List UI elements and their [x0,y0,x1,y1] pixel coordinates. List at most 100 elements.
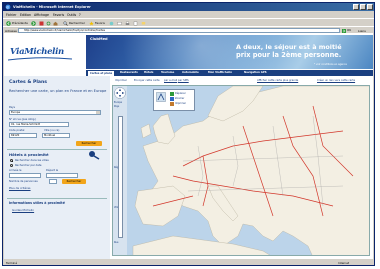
zoom-icon[interactable] [170,97,174,101]
sidebar-title: Cartes & Plans [9,80,48,85]
ie-icon: e [5,5,11,10]
send-email-link[interactable]: par e-mail [164,79,177,82]
departure-date-input[interactable] [46,173,78,178]
radio-search-cities-label: Rechercher dans les villes [15,159,49,162]
tab-cartes-plans[interactable]: Cartes et plans [88,70,115,76]
close-button[interactable] [367,4,373,10]
print-tool-label[interactable]: Imprimer [175,102,186,105]
bigger-map-link[interactable]: Afficher cette carte plus grande [257,79,298,82]
divider [7,198,107,199]
map-canvas[interactable] [113,86,370,256]
mail-icon [117,21,122,25]
menu-favorites[interactable]: Favoris [53,13,64,17]
radio-search-date[interactable] [10,164,13,167]
tab-restaurants[interactable]: Restaurants [120,71,138,75]
useful-info-title: Informations utiles à proximité [9,201,65,205]
map-actions-bar: Imprimer Envoyer cette carte par e-mail … [112,78,373,84]
printer-icon [125,21,130,25]
banner-slogan: A deux, le séjour est à moitié prix pour… [236,43,368,59]
go-arrow-icon [342,28,346,33]
forward-arrow-icon [31,20,36,26]
zone-text: Internet [338,261,350,265]
map-zoom-panel: Europe Pays Région Ville Rue [113,86,127,255]
postcode-input[interactable]: 69120 [9,133,37,138]
logo-swoosh-icon [8,57,72,61]
send-sms-link[interactable]: par SMS [178,79,189,82]
ad-banner[interactable]: ClubMed A deux, le séjour est à moitié p… [86,35,373,69]
arrival-label: Arrivée le [9,169,22,172]
main-nav: Cartes et plans Restaurants Hôtels Touri… [86,70,373,76]
guides-michelin-link[interactable]: Guides Michelin [12,208,34,212]
viamichelin-logo[interactable]: ViaMichelin [10,47,64,57]
menu-file[interactable]: Fichier [6,13,16,17]
menu-view[interactable]: Affichage [34,13,49,17]
discuss-icon [141,21,146,24]
maximize-button[interactable] [360,4,366,10]
search-icon [63,20,68,26]
home-icon [53,21,58,25]
europe-map[interactable]: Europe Pays Région Ville Rue Déplacer Zo… [112,85,370,256]
persons-input[interactable] [49,179,57,184]
arrival-date-input[interactable] [9,173,41,178]
browser-window: e ViaMichelin - Microsoft Internet Explo… [2,2,375,266]
city-input[interactable]: Montluel [42,133,70,138]
map-toolbox: Déplacer Zoomer Imprimer [153,89,195,111]
move-icon[interactable] [170,92,174,96]
tab-tourisme[interactable]: Tourisme [161,71,174,75]
print-map-icon[interactable] [170,102,174,106]
zoom-level-europe[interactable]: Europe [114,101,122,104]
tab-mon-viamichelin[interactable]: Mon ViaMichelin [208,71,232,75]
map-overview-icon[interactable] [156,92,166,102]
tab-automobile[interactable]: Automobile [182,71,199,75]
link-to-map-link[interactable]: Créer un lien vers cette carte [317,79,355,82]
banner-line2: prix pour la 2ème personne. [236,51,342,59]
title-bar: e ViaMichelin - Microsoft Internet Explo… [3,3,374,11]
edit-icon [133,21,138,25]
search-sidebar: Cartes & Plans Rechercher une carte, un … [4,76,110,259]
move-tool-label[interactable]: Déplacer [175,92,186,95]
menu-help[interactable]: ? [79,13,81,17]
stop-icon [39,21,44,25]
menu-edit[interactable]: Edition [20,13,31,17]
zoom-level-country[interactable]: Pays [114,105,119,108]
country-select-value: Europe [11,111,21,114]
city-label: Ville (ou ca) [44,129,60,132]
radio-search-date-label: Rechercher par date [15,164,42,167]
persons-label: Nombre de personnes [9,180,38,183]
menu-tools[interactable]: Outils [67,13,76,17]
refresh-icon [46,21,51,25]
window-title: ViaMichelin - Microsoft Internet Explore… [13,4,91,9]
search-map-button[interactable]: Rechercher [76,141,102,146]
page-viewport: ViaMichelin ClubMed A deux, le séjour es… [4,33,373,259]
tab-navigation-gps[interactable]: Navigation GPS [244,71,267,75]
tab-hotels[interactable]: Hôtels [144,71,153,75]
status-bar: Terminé Internet [3,259,374,265]
status-text: Terminé [6,261,18,265]
star-icon [89,20,94,25]
postcode-label: Code postal [9,129,25,132]
radio-search-cities[interactable] [10,159,13,162]
banner-line1: A deux, le séjour est à moitié [236,43,342,51]
street-label: N° et rue (pas oblig.) [9,118,37,121]
departure-label: Départ le [46,169,59,172]
zoom-slider[interactable] [118,116,123,238]
banner-brand: ClubMed [90,37,108,41]
menu-bar: Fichier Edition Affichage Favoris Outils… [3,11,374,18]
send-map-label: Envoyer cette carte [134,79,160,82]
search-hotels-button[interactable]: Rechercher [62,179,86,184]
zoom-level-street[interactable]: Rue [114,241,118,244]
print-map-link[interactable]: Imprimer [115,79,127,82]
compass-pan-icon[interactable] [114,87,126,99]
chevron-down-icon [96,111,100,114]
back-arrow-icon [6,20,11,26]
logo-area: ViaMichelin [4,33,86,69]
zoom-tool-label[interactable]: Zoomer [175,97,184,100]
banner-terms: * voir conditions en agence [314,63,347,66]
more-criteria-link[interactable]: Plus de critères [9,186,31,190]
street-input[interactable]: 01, rue Marie-Schmidt [9,122,69,127]
minimize-button[interactable] [353,4,359,10]
hotel-key-icon [89,151,100,160]
nearby-hotels-title: Hôtels à proximité [9,152,49,157]
sidebar-description: Rechercher une carte, un plan en France … [9,89,107,93]
country-select[interactable]: Europe [9,110,101,115]
